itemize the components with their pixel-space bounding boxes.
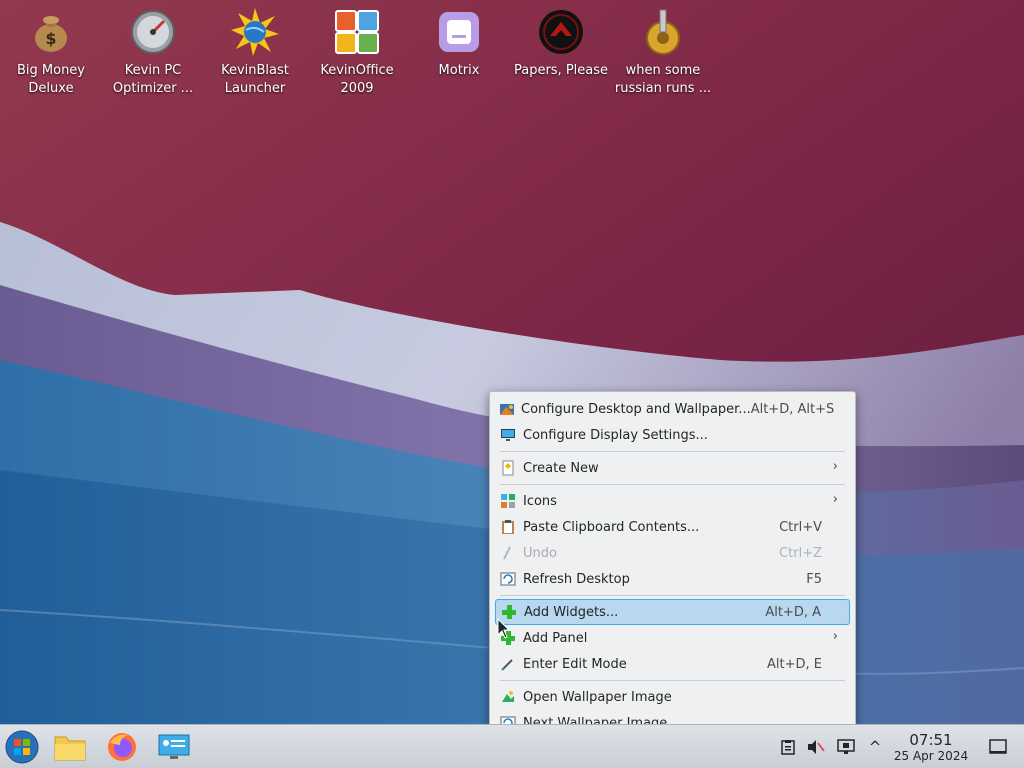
new-document-icon bbox=[499, 459, 517, 477]
menu-separator bbox=[500, 680, 845, 681]
settings-monitor-icon bbox=[158, 734, 190, 759]
folder-icon bbox=[54, 736, 86, 761]
desktop-icon-kevinoffice-2009[interactable]: KevinOffice 2009 bbox=[306, 6, 408, 98]
firefox-icon bbox=[108, 733, 136, 761]
desktop-icon-label: KevinBlast Launcher bbox=[221, 63, 289, 96]
desktop-icon-label: Big Money Deluxe bbox=[16, 63, 85, 96]
globe-burst-icon bbox=[231, 6, 279, 58]
tray-expand-button[interactable]: ^ bbox=[865, 737, 885, 757]
clock[interactable]: 07:51 25 Apr 2024 bbox=[888, 731, 974, 763]
taskbar-firefox[interactable] bbox=[104, 729, 140, 765]
clipboard-icon bbox=[499, 518, 517, 536]
desktop-icon-when-some-russian-runs[interactable]: when some russian runs ... bbox=[612, 6, 714, 98]
palette-icon bbox=[499, 400, 515, 418]
icon-grid-icon bbox=[499, 492, 517, 510]
desktop-icon-papers-please[interactable]: Papers, Please bbox=[510, 6, 612, 80]
menu-item-add-widgets[interactable]: Add Widgets... Alt+D, A bbox=[495, 599, 850, 625]
desktop-icon-label: Kevin PC Optimizer ... bbox=[112, 63, 194, 96]
menu-item-enter-edit-mode[interactable]: Enter Edit Mode Alt+D, E bbox=[495, 651, 850, 677]
tray-volume[interactable] bbox=[806, 737, 826, 757]
office-logo-icon bbox=[333, 6, 381, 58]
start-menu-button[interactable] bbox=[4, 729, 40, 765]
motrix-icon bbox=[435, 6, 483, 58]
undo-icon bbox=[499, 544, 517, 562]
refresh-icon bbox=[499, 570, 517, 588]
chevron-right-icon: › bbox=[832, 629, 838, 644]
menu-item-configure-desktop[interactable]: Configure Desktop and Wallpaper... Alt+D… bbox=[495, 396, 850, 422]
menu-item-create-new[interactable]: Create New › bbox=[495, 455, 850, 481]
svg-text:$: $ bbox=[45, 29, 56, 48]
taskbar-file-manager[interactable] bbox=[52, 729, 88, 765]
menu-separator bbox=[500, 451, 845, 452]
start-orb-icon bbox=[5, 730, 39, 764]
chevron-right-icon: › bbox=[832, 492, 838, 507]
menu-item-paste[interactable]: Paste Clipboard Contents... Ctrl+V bbox=[495, 514, 850, 540]
menu-item-open-wallpaper-image[interactable]: Open Wallpaper Image bbox=[495, 684, 850, 710]
mouse-cursor-icon bbox=[497, 618, 511, 639]
menu-item-undo: Undo Ctrl+Z bbox=[495, 540, 850, 566]
menu-item-configure-display[interactable]: Configure Display Settings... bbox=[495, 422, 850, 448]
menu-separator bbox=[500, 484, 845, 485]
desktop-icon-motrix[interactable]: Motrix bbox=[408, 6, 510, 80]
desktop-icon-label: KevinOffice 2009 bbox=[320, 63, 394, 96]
speedometer-icon bbox=[129, 6, 177, 58]
network-wired-icon bbox=[837, 739, 855, 754]
desktop-icon-big-money-deluxe[interactable]: $ Big Money Deluxe bbox=[0, 6, 102, 98]
chevron-right-icon: › bbox=[832, 459, 838, 474]
clipboard-icon bbox=[781, 740, 795, 755]
golden-gear-icon bbox=[639, 6, 687, 58]
chevron-up-icon: ^ bbox=[868, 738, 882, 756]
money-bag-icon: $ bbox=[27, 6, 75, 58]
desktop-icon-kevinblast-launcher[interactable]: KevinBlast Launcher bbox=[204, 6, 306, 98]
show-desktop-icon bbox=[989, 739, 1007, 754]
clock-date: 25 Apr 2024 bbox=[893, 749, 969, 763]
menu-item-icons[interactable]: Icons › bbox=[495, 488, 850, 514]
desktop-icon-kevin-pc-optimizer[interactable]: Kevin PC Optimizer ... bbox=[102, 6, 204, 98]
desktop-context-menu: Configure Desktop and Wallpaper... Alt+D… bbox=[489, 391, 856, 739]
volume-muted-icon bbox=[808, 740, 825, 754]
taskbar-system-settings[interactable] bbox=[156, 729, 192, 765]
menu-separator bbox=[500, 595, 845, 596]
desktop-icon-label: Papers, Please bbox=[513, 63, 609, 78]
desktop-icon-label: when some russian runs ... bbox=[614, 63, 712, 96]
tray-clipboard[interactable] bbox=[778, 737, 798, 757]
show-desktop-button[interactable] bbox=[988, 737, 1008, 757]
taskbar: ^ 07:51 25 Apr 2024 bbox=[0, 724, 1024, 768]
clock-time: 07:51 bbox=[909, 731, 953, 749]
menu-item-add-panel[interactable]: Add Panel › bbox=[495, 625, 850, 651]
tray-network[interactable] bbox=[836, 737, 856, 757]
image-icon bbox=[499, 688, 517, 706]
display-icon bbox=[499, 426, 517, 444]
menu-item-refresh-desktop[interactable]: Refresh Desktop F5 bbox=[495, 566, 850, 592]
papers-please-icon bbox=[537, 6, 585, 58]
desktop-icon-label: Motrix bbox=[438, 63, 480, 78]
edit-icon bbox=[499, 655, 517, 673]
